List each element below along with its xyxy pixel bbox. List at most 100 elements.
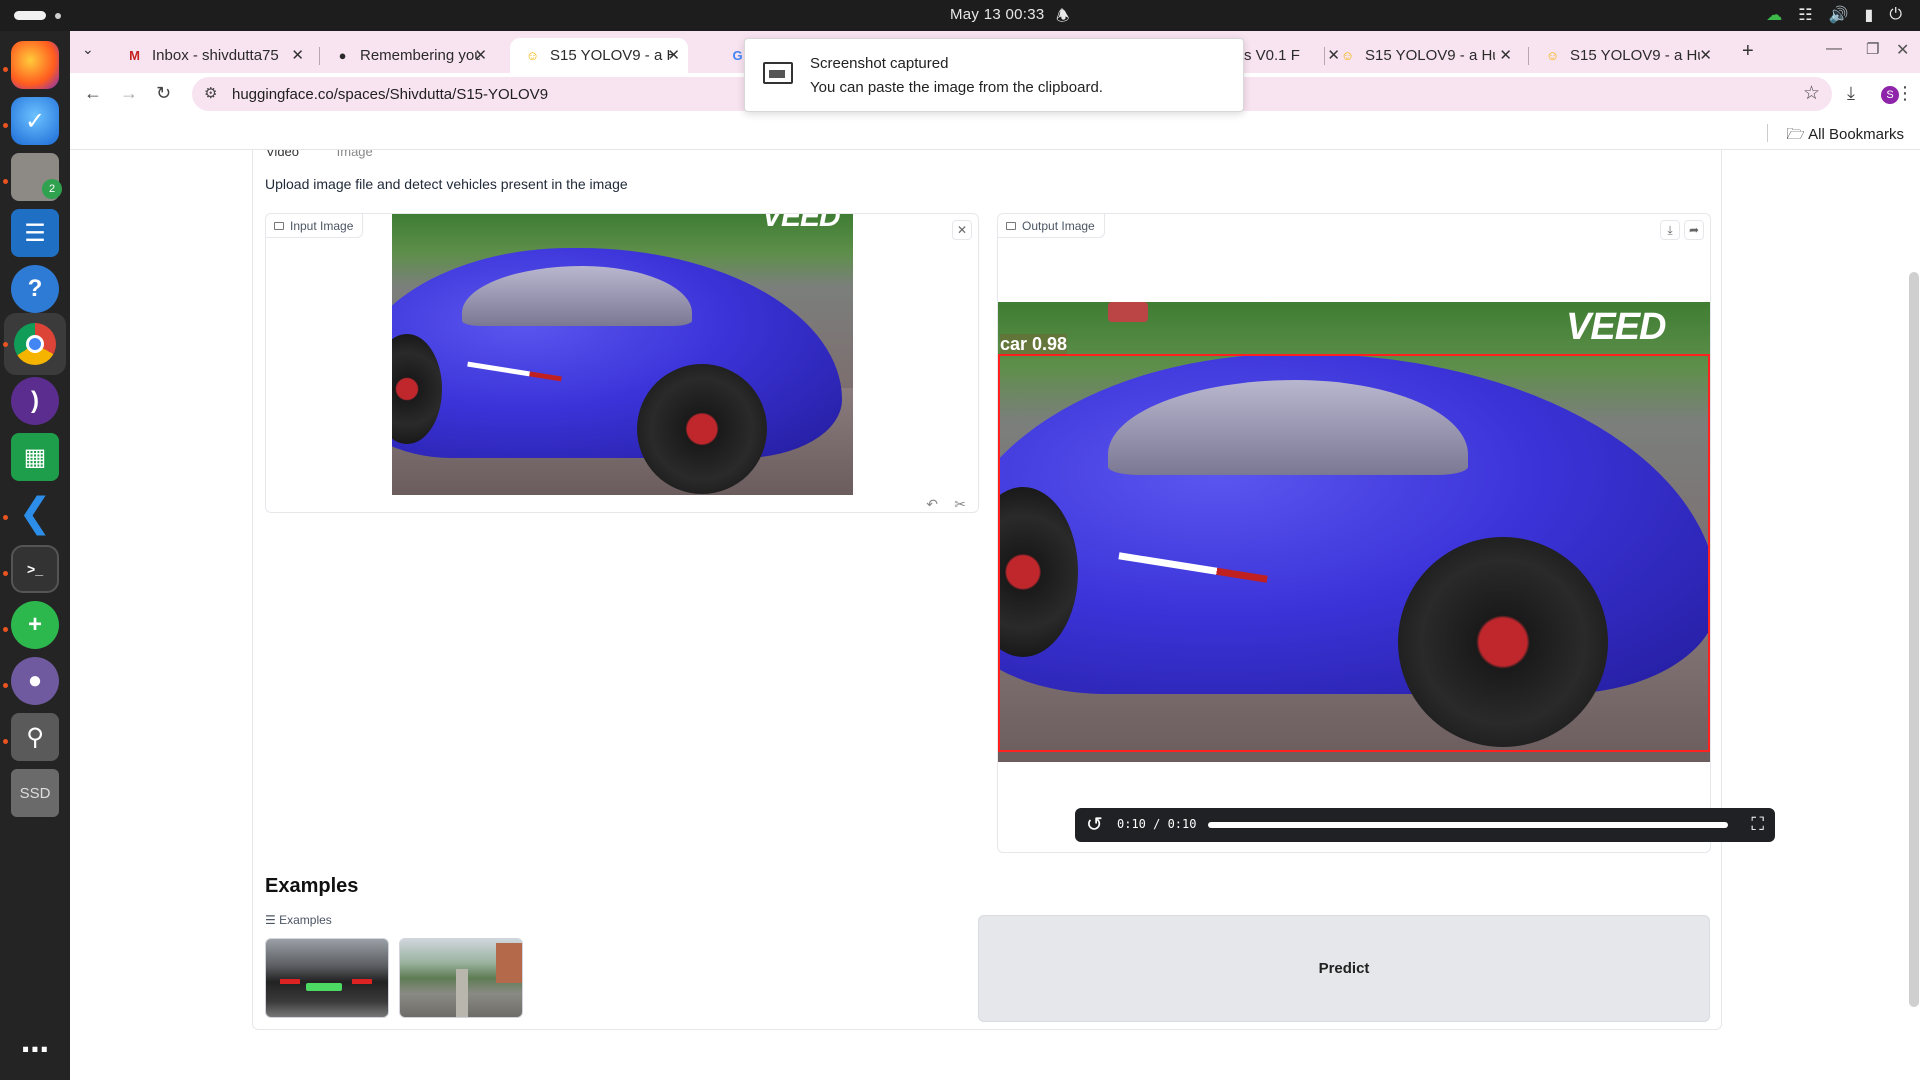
- notification-message: You can paste the image from the clipboa…: [810, 79, 1103, 96]
- url-text[interactable]: huggingface.co/spaces/Shivdutta/S15-YOLO…: [232, 86, 548, 103]
- close-tab-icon[interactable]: ✕: [1699, 46, 1712, 64]
- cloud-app-icon[interactable]: +: [11, 601, 59, 649]
- example-street-scene[interactable]: [399, 938, 523, 1018]
- video-progress-bar[interactable]: [1208, 822, 1728, 828]
- detection-bounding-box: [998, 354, 1710, 752]
- example-suv-rear[interactable]: [265, 938, 389, 1018]
- workspace-dot: [55, 13, 61, 19]
- tab-title: Remembering your: [360, 47, 480, 64]
- running-indicator: [3, 179, 8, 184]
- vscode-icon[interactable]: ❮: [11, 489, 59, 537]
- download-icon[interactable]: ⤓: [1847, 83, 1855, 104]
- chrome-icon[interactable]: [4, 313, 66, 375]
- crop-icon[interactable]: ✂: [954, 496, 966, 513]
- page-scrollbar-thumb[interactable]: [1909, 272, 1919, 1007]
- app-description: Upload image file and detect vehicles pr…: [265, 176, 628, 192]
- video-controls: ↺ 0:10 / 0:10 ⛶: [1075, 808, 1775, 842]
- camera-icon: [1006, 222, 1016, 230]
- replay-icon[interactable]: ↺: [1086, 812, 1103, 837]
- tab-search-chevron-icon[interactable]: ⌄: [82, 41, 94, 58]
- github-icon: ●: [338, 48, 347, 63]
- road-lane: [456, 969, 468, 1017]
- mode-tabs: Video Image: [266, 150, 373, 159]
- screenshot-icon: [763, 62, 793, 84]
- share-output-button[interactable]: ➦: [1684, 220, 1704, 240]
- tab-title: s V0.1 F: [1244, 47, 1300, 64]
- camera-icon: [274, 222, 284, 230]
- predict-button[interactable]: Predict: [978, 915, 1710, 1022]
- thunderbird-icon[interactable]: ✓: [11, 97, 59, 145]
- tab-title: S15 YOLOV9 - a Hug: [1570, 47, 1700, 64]
- reload-icon[interactable]: ↻: [156, 83, 171, 104]
- clock[interactable]: May 13 00:33: [950, 6, 1045, 23]
- notification-bell-icon[interactable]: 🕭: [1056, 6, 1069, 31]
- watermark: VEED: [762, 214, 841, 233]
- battery-icon: ▮: [1864, 7, 1874, 24]
- restore-window-icon[interactable]: ❐: [1866, 40, 1879, 58]
- bookmark-star-icon[interactable]: ☆: [1803, 82, 1820, 105]
- tab-separator: [1528, 47, 1529, 65]
- new-tab-button[interactable]: +: [1742, 40, 1754, 63]
- app-grid-icon[interactable]: ⋯: [11, 1025, 59, 1073]
- writer-icon[interactable]: ☰: [11, 209, 59, 257]
- tab-huggingface-active[interactable]: ☺ S15 YOLOV9 - a Hug ✕: [510, 38, 688, 73]
- tab-github[interactable]: ● Remembering your ✕: [320, 38, 495, 73]
- page-content: Video Image Upload image file and detect…: [70, 150, 1920, 1080]
- car-wheel: [637, 364, 767, 494]
- system-tray[interactable]: ☁ ☷ 🔊 ▮ ⏻: [1766, 5, 1902, 25]
- ssd-drive-icon[interactable]: SSD: [11, 769, 59, 817]
- notification-title: Screenshot captured: [810, 55, 949, 72]
- output-image-label: Output Image: [998, 214, 1105, 238]
- all-bookmarks[interactable]: 🗁 All Bookmarks: [1786, 124, 1904, 149]
- activities-indicator[interactable]: [14, 11, 46, 20]
- tab-huggingface-2[interactable]: ☺ S15 YOLOV9 - a Hug ✕: [1325, 38, 1520, 73]
- bookmarks-separator: [1767, 124, 1768, 142]
- input-image-block[interactable]: VEED Input Image ✕ ↶ ✂: [265, 213, 979, 513]
- firefox-icon[interactable]: [11, 41, 59, 89]
- background-car: [1108, 302, 1148, 322]
- magnifier-icon[interactable]: ⚲: [11, 713, 59, 761]
- tab-huggingface-3[interactable]: ☺ S15 YOLOV9 - a Hug ✕: [1530, 38, 1720, 73]
- help-icon[interactable]: ?: [11, 265, 59, 313]
- gmail-icon: M: [129, 48, 140, 63]
- examples-sublabel: ☰ Examples: [265, 913, 332, 927]
- tail-light: [280, 979, 300, 984]
- running-indicator: [3, 683, 8, 688]
- minimize-window-icon[interactable]: —: [1826, 40, 1842, 58]
- tab-image[interactable]: Image: [337, 150, 373, 159]
- license-plate: [306, 983, 342, 991]
- input-image: VEED: [392, 214, 853, 495]
- close-tab-icon[interactable]: ✕: [667, 46, 680, 64]
- forward-arrow-icon[interactable]: →: [120, 83, 138, 104]
- cloud-icon: ☁: [1766, 7, 1783, 24]
- close-window-icon[interactable]: ✕: [1896, 40, 1909, 60]
- back-arrow-icon[interactable]: ←: [84, 83, 102, 104]
- close-tab-icon[interactable]: ✕: [474, 46, 487, 64]
- volume-icon: 🔊: [1828, 7, 1849, 24]
- output-video-block[interactable]: VEED car 0.98 Output Image ⤓ ➦: [997, 213, 1711, 853]
- tab-gmail[interactable]: M Inbox - shivdutta75 ✕: [112, 38, 312, 73]
- close-tab-icon[interactable]: ✕: [1499, 46, 1512, 64]
- screenshot-notification[interactable]: Screenshot captured You can paste the im…: [744, 38, 1244, 112]
- examples-sublabel-text: Examples: [279, 913, 332, 927]
- video-time: 0:10 / 0:10: [1117, 817, 1197, 831]
- system-top-bar: May 13 00:33 🕭 ☁ ☷ 🔊 ▮ ⏻: [0, 0, 1920, 31]
- podcasts-icon[interactable]: ): [11, 377, 59, 425]
- tab-video[interactable]: Video: [266, 150, 299, 159]
- running-indicator: [3, 67, 8, 72]
- clear-image-button[interactable]: ✕: [952, 220, 972, 240]
- terminal-icon[interactable]: >_: [11, 545, 59, 593]
- tail-light: [352, 979, 372, 984]
- site-info-icon[interactable]: ⚙: [204, 84, 217, 102]
- files-badge: 2: [42, 179, 62, 199]
- close-tab-icon[interactable]: ✕: [291, 46, 304, 64]
- more-menu-icon[interactable]: ⋮: [1896, 83, 1914, 104]
- download-output-button[interactable]: ⤓: [1660, 220, 1680, 240]
- undo-icon[interactable]: ↶: [926, 496, 938, 513]
- github-desktop-icon[interactable]: ●: [11, 657, 59, 705]
- fullscreen-icon[interactable]: ⛶: [1751, 814, 1764, 835]
- building: [496, 943, 522, 983]
- output-image-label-text: Output Image: [1022, 219, 1095, 233]
- huggingface-icon: ☺: [525, 48, 540, 63]
- sheets-icon[interactable]: ▦: [11, 433, 59, 481]
